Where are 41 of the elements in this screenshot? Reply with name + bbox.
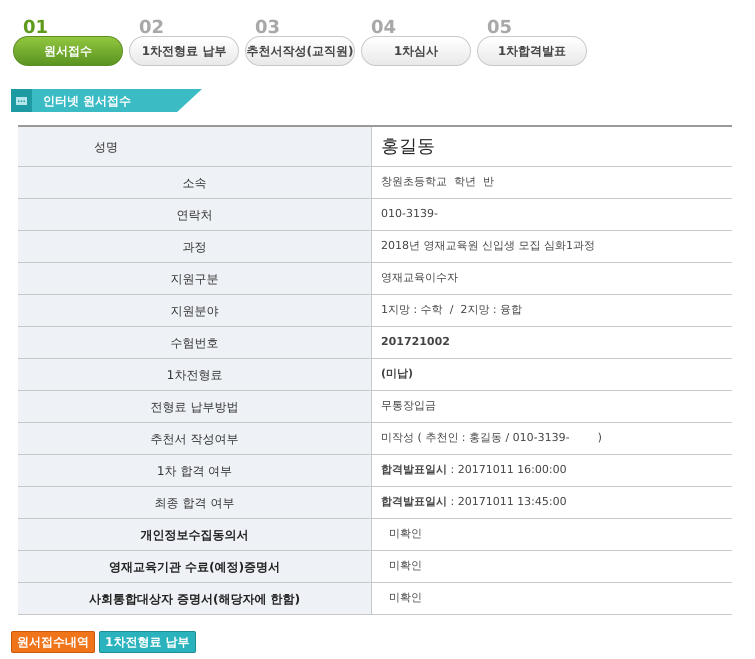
step-tab[interactable]: 1차합격발표 [477,36,587,66]
step-number: 03 [255,20,280,36]
field-value: 창원초등학교 학년 반 [381,174,494,190]
field-value: 합격발표일시 : 20171011 13:45:00 [381,494,567,510]
step-number: 04 [371,20,396,36]
step-tab[interactable]: 1차심사 [361,36,471,66]
field-value: 무통장입금 [381,398,436,414]
field-label: 1차 합격 여부 [156,462,232,480]
field-label: 사회통합대상자 증명서(해당자에 한함) [88,590,300,608]
field-label: 수험번호 [170,334,218,352]
field-label: 영재교육기관 수료(예정)증명서 [108,558,280,576]
step-number: 01 [23,20,48,36]
field-label: 지원분야 [170,302,218,320]
field-label: 소속 [182,174,206,192]
field-label: 개인정보수집동의서 [140,526,248,544]
field-value: 영재교육이수자 [381,270,458,286]
field-value: (미납) [381,366,414,382]
field-label: 연락처 [176,206,212,224]
field-value: 201721002 [381,334,450,350]
field-value: 1지망 : 수학 / 2지망 : 융합 [381,302,522,318]
field-value: 2018년 영재교육원 신입생 모집 심화1과정 [381,238,595,254]
field-value: 미확인 [389,526,422,542]
field-label: 과정 [182,238,206,256]
field-value: 미확인 [389,558,422,574]
step-tab[interactable]: 추천서작성(교직원) [245,36,355,66]
step-tab[interactable]: 1차전형료 납부 [129,36,239,66]
field-label: 최종 합격 여부 [154,494,234,512]
field-value: 합격발표일시 : 20171011 16:00:00 [381,462,567,478]
speech-bubble-icon [16,96,27,104]
field-value: 010-3139- [381,206,438,222]
step-number: 02 [139,20,164,36]
field-value: 미작성 ( 추천인 : 홍길동 / 010-3139- ) [381,430,602,446]
field-label: 추천서 작성여부 [150,430,238,448]
field-value: 홍길동 [381,135,435,159]
field-value: 미확인 [389,590,422,606]
step-number: 05 [487,20,512,36]
field-label: 1차전형료 [166,366,222,384]
field-label: 성명 [94,138,118,156]
field-label: 전형료 납부방법 [150,398,238,416]
section-title: 인터넷 원서접수 [43,92,132,110]
field-label: 지원구분 [170,270,218,288]
